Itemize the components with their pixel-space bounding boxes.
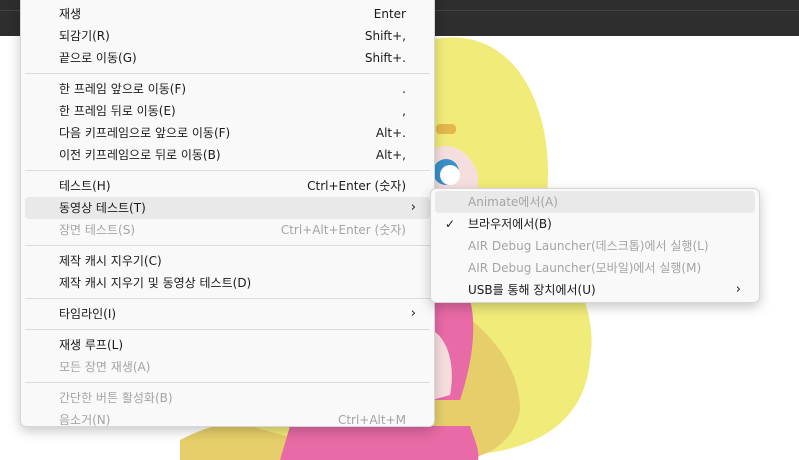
menu-item-step-backward-frame[interactable]: 한 프레임 뒤로 이동(E) ,	[25, 100, 430, 122]
menu-item-shortcut: Shift+.	[364, 51, 406, 65]
menu-item-clear-cache-and-test-movie[interactable]: 제작 캐시 지우기 및 동영상 테스트(D)	[25, 272, 430, 294]
chevron-right-icon: ›	[410, 306, 416, 321]
menu-item-label: 한 프레임 앞으로 이동(F)	[59, 82, 187, 96]
menu-item-label: 다음 키프레임으로 앞으로 이동(F)	[59, 126, 231, 140]
menu-item-label: 동영상 테스트(T)	[59, 201, 146, 215]
menu-item-play[interactable]: 재생 Enter	[25, 3, 430, 25]
menu-item-shortcut: Alt+.	[375, 126, 406, 140]
menu-item-go-to-end[interactable]: 끝으로 이동(G) Shift+.	[25, 47, 430, 69]
menu-item-rewind[interactable]: 되감기(R) Shift+,	[25, 25, 430, 47]
menu-item-label: 제작 캐시 지우기 및 동영상 테스트(D)	[59, 276, 252, 290]
menu-item-previous-keyframe[interactable]: 이전 키프레임으로 뒤로 이동(B) Alt+,	[25, 144, 430, 166]
menu-item-mute[interactable]: 음소거(N) Ctrl+Alt+M	[25, 409, 430, 431]
chevron-right-icon: ›	[410, 200, 416, 215]
menu-item-clear-publish-cache[interactable]: 제작 캐시 지우기(C)	[25, 250, 430, 272]
menu-item-label: 타임라인(I)	[59, 307, 117, 321]
menu-item-shortcut: Ctrl+Alt+M	[337, 413, 406, 427]
menu-item-label: 모든 장면 재생(A)	[59, 360, 151, 374]
chevron-right-icon: ›	[735, 282, 741, 297]
test-movie-submenu: Animate에서(A) ✓ 브라우저에서(B) AIR Debug Launc…	[430, 188, 760, 303]
menu-item-test[interactable]: 테스트(H) Ctrl+Enter (숫자)	[25, 175, 430, 197]
menu-separator	[25, 73, 430, 74]
menu-item-play-all-scenes[interactable]: 모든 장면 재생(A)	[25, 356, 430, 378]
checkmark-icon: ✓	[445, 217, 456, 231]
menu-item-shortcut: Shift+,	[364, 29, 406, 43]
menu-item-label: 이전 키프레임으로 뒤로 이동(B)	[59, 148, 221, 162]
menu-item-test-scene[interactable]: 장면 테스트(S) Ctrl+Alt+Enter (숫자)	[25, 219, 430, 241]
menu-item-label: 제작 캐시 지우기(C)	[59, 254, 162, 268]
submenu-item-label: Animate에서(A)	[468, 195, 558, 209]
submenu-item-label: 브라우저에서(B)	[468, 217, 552, 231]
menu-item-label: 재생 루프(L)	[59, 338, 124, 352]
submenu-item-in-browser[interactable]: ✓ 브라우저에서(B)	[435, 213, 755, 235]
submenu-item-usb-device[interactable]: USB를 통해 장치에서(U) ›	[435, 279, 755, 301]
submenu-item-label: USB를 통해 장치에서(U)	[468, 283, 596, 297]
menu-item-label: 간단한 버튼 활성화(B)	[59, 391, 173, 405]
menu-item-shortcut: .	[402, 82, 406, 96]
submenu-item-air-mobile[interactable]: AIR Debug Launcher(모바일)에서 실행(M)	[435, 257, 755, 279]
menu-item-shortcut: Enter	[373, 7, 406, 21]
submenu-item-air-desktop[interactable]: AIR Debug Launcher(데스크톱)에서 실행(L)	[435, 235, 755, 257]
menu-item-label: 되감기(R)	[59, 29, 110, 43]
menu-item-timeline[interactable]: 타임라인(I) ›	[25, 303, 430, 325]
menu-item-loop-playback[interactable]: 재생 루프(L)	[25, 334, 430, 356]
control-menu: 재생 Enter 되감기(R) Shift+, 끝으로 이동(G) Shift+…	[20, 0, 435, 427]
menu-item-next-keyframe[interactable]: 다음 키프레임으로 앞으로 이동(F) Alt+.	[25, 122, 430, 144]
menu-item-shortcut: Ctrl+Enter (숫자)	[307, 179, 406, 193]
menu-item-label: 재생	[59, 7, 82, 21]
menu-item-enable-simple-buttons[interactable]: 간단한 버튼 활성화(B)	[25, 387, 430, 409]
menu-item-shortcut: Ctrl+Alt+Enter (숫자)	[280, 223, 406, 237]
menu-separator	[25, 382, 430, 383]
menu-item-shortcut: ,	[402, 104, 406, 118]
submenu-item-in-animate[interactable]: Animate에서(A)	[435, 191, 755, 213]
menu-separator	[25, 170, 430, 171]
menu-item-label: 끝으로 이동(G)	[59, 51, 137, 65]
menu-separator	[25, 298, 430, 299]
submenu-item-label: AIR Debug Launcher(데스크톱)에서 실행(L)	[468, 239, 709, 253]
menu-separator	[25, 329, 430, 330]
submenu-item-label: AIR Debug Launcher(모바일)에서 실행(M)	[468, 261, 702, 275]
menu-item-step-forward-frame[interactable]: 한 프레임 앞으로 이동(F) .	[25, 78, 430, 100]
menu-item-label: 한 프레임 뒤로 이동(E)	[59, 104, 176, 118]
menu-item-test-movie[interactable]: 동영상 테스트(T) ›	[25, 197, 430, 219]
menu-item-label: 음소거(N)	[59, 413, 111, 427]
menu-item-label: 장면 테스트(S)	[59, 223, 135, 237]
menu-separator	[25, 245, 430, 246]
menu-item-shortcut: Alt+,	[375, 148, 406, 162]
menu-item-label: 테스트(H)	[59, 179, 111, 193]
